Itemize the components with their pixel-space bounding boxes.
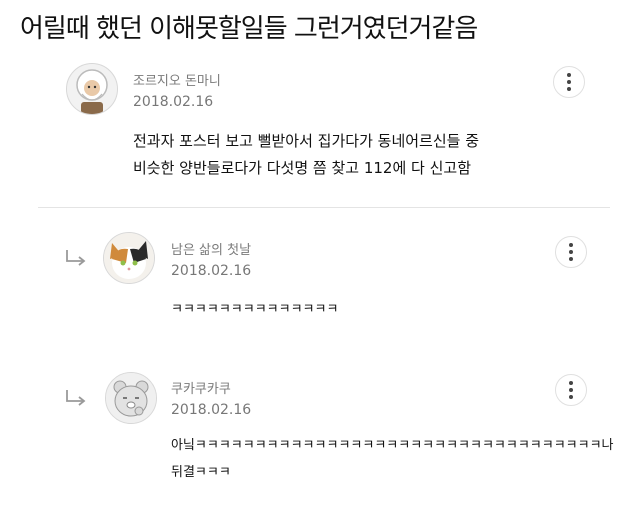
reply-arrow-icon (66, 390, 86, 406)
comment-text: 전과자 포스터 보고 뻘받아서 집가다가 동네어르신들 중 비슷한 양반들로다가… (133, 128, 479, 182)
more-vertical-icon[interactable] (553, 66, 585, 98)
calico-cat-avatar[interactable] (103, 232, 155, 284)
comment-line: 뒤결ㅋㅋㅋ (171, 465, 231, 480)
comment-nickname[interactable]: 남은 삶의 첫날 (171, 239, 251, 258)
avatar-illustration (67, 64, 117, 114)
reply-arrow-icon (66, 250, 86, 266)
comment-line: 전과자 포스터 보고 뻘받아서 집가다가 동네어르신들 중 (133, 132, 480, 150)
comment-nickname[interactable]: 쿠카쿠카쿠 (171, 378, 231, 397)
comment-text: 아닠ㅋㅋㅋㅋㅋㅋㅋㅋㅋㅋㅋㅋㅋㅋㅋㅋㅋㅋㅋㅋㅋㅋㅋㅋㅋㅋㅋㅋㅋㅋㅋㅋㅋㅋ나 뒤결… (171, 432, 614, 486)
comment-divider (38, 207, 610, 208)
more-vertical-icon[interactable] (555, 236, 587, 268)
post-title: 어릴때 했던 이해못할일들 그런거였던거같음 (20, 14, 478, 44)
comment-nickname[interactable]: 조르지오 돈마니 (133, 70, 221, 89)
comment-line: 아닠ㅋㅋㅋㅋㅋㅋㅋㅋㅋㅋㅋㅋㅋㅋㅋㅋㅋㅋㅋㅋㅋㅋㅋㅋㅋㅋㅋㅋㅋㅋㅋㅋㅋㅋ나 (171, 438, 614, 453)
bearded-character-avatar[interactable] (66, 63, 118, 115)
comment-date: 2018.02.16 (171, 402, 252, 418)
comment-text: ㅋㅋㅋㅋㅋㅋㅋㅋㅋㅋㅋㅋㅋㅋ (171, 296, 338, 323)
more-vertical-icon[interactable] (555, 374, 587, 406)
comment-line: ㅋㅋㅋㅋㅋㅋㅋㅋㅋㅋㅋㅋㅋㅋ (171, 302, 339, 317)
avatar-illustration (104, 233, 154, 283)
comment-date: 2018.02.16 (171, 263, 252, 279)
avatar-illustration (106, 373, 156, 423)
bear-avatar[interactable] (105, 372, 157, 424)
comment-date: 2018.02.16 (133, 94, 214, 110)
comment-line: 비슷한 양반들로다가 다섯명 쯤 찾고 112에 다 신고함 (133, 159, 472, 177)
